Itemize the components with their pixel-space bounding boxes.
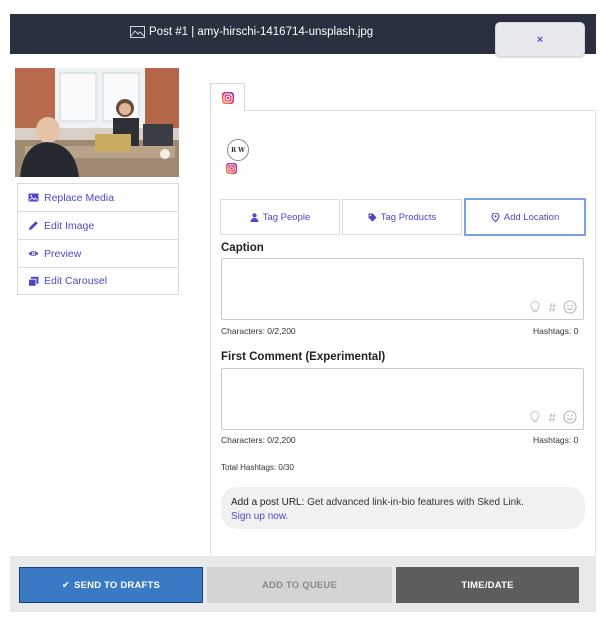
- edit-image-label: Edit Image: [44, 219, 95, 232]
- post-url-promo: Add a post URL: Get advanced link-in-bio…: [221, 487, 585, 529]
- tab-instagram[interactable]: [210, 83, 245, 111]
- post-url-text: Get advanced link-in-bio features with S…: [307, 497, 524, 508]
- replace-media-label: Replace Media: [44, 191, 115, 204]
- add-to-queue-button[interactable]: ADD TO QUEUE: [207, 567, 392, 603]
- add-location-button[interactable]: Add Location: [464, 198, 586, 236]
- tag-products-label: Tag Products: [380, 211, 437, 223]
- first-comment-hashtag-count: Hashtags: 0: [533, 435, 579, 445]
- add-location-label: Add Location: [503, 211, 560, 223]
- edit-carousel-label: Edit Carousel: [44, 275, 108, 287]
- tag-people-button[interactable]: Tag People: [220, 199, 340, 235]
- post-url-lead: Add a post URL:: [231, 497, 305, 508]
- first-comment-tools: #: [528, 410, 577, 424]
- send-to-drafts-button[interactable]: ✔ SEND TO DRAFTS: [19, 567, 203, 603]
- tag-icon: [368, 213, 377, 222]
- tag-products-button[interactable]: Tag Products: [342, 199, 462, 235]
- image-icon: [130, 26, 145, 38]
- total-hashtags: Total Hashtags: 0/30: [221, 463, 294, 472]
- carousel-icon: [28, 276, 39, 287]
- user-icon: [250, 212, 259, 222]
- media-thumbnail-image: [15, 68, 179, 177]
- tag-actions: Tag People Tag Products Add Location: [220, 198, 586, 237]
- lightbulb-icon[interactable]: [528, 410, 542, 424]
- edit-carousel-button[interactable]: Edit Carousel: [17, 267, 179, 295]
- time-date-button[interactable]: TIME/DATE: [396, 567, 579, 603]
- send-to-drafts-label: SEND TO DRAFTS: [74, 579, 161, 591]
- hashtag-icon[interactable]: #: [549, 411, 556, 424]
- account-avatar[interactable]: R W: [227, 139, 249, 161]
- tag-people-label: Tag People: [262, 211, 311, 223]
- eye-icon: [28, 251, 39, 256]
- close-button[interactable]: ×: [495, 22, 585, 57]
- emoji-icon[interactable]: [563, 300, 577, 314]
- caption-input[interactable]: #: [221, 258, 584, 320]
- emoji-icon[interactable]: [563, 410, 577, 424]
- media-thumbnail[interactable]: [15, 68, 179, 177]
- map-pin-icon: [491, 212, 500, 222]
- caption-hashtag-count: Hashtags: 0: [533, 326, 579, 336]
- hashtag-icon[interactable]: #: [549, 301, 556, 314]
- media-actions: Replace Media Edit Image Preview Edit Ca…: [17, 183, 179, 295]
- first-comment-char-count: Characters: 0/2,200: [221, 435, 296, 445]
- caption-char-count: Characters: 0/2,200: [221, 326, 296, 336]
- lightbulb-icon[interactable]: [528, 300, 542, 314]
- edit-image-button[interactable]: Edit Image: [17, 211, 179, 239]
- close-icon: ×: [536, 33, 544, 46]
- instagram-icon: [221, 91, 234, 104]
- caption-label: Caption: [221, 242, 264, 254]
- pencil-icon: [29, 221, 38, 230]
- preview-label: Preview: [44, 247, 82, 260]
- image-icon: [28, 193, 39, 202]
- account-avatar-text: R W: [231, 146, 245, 154]
- sign-up-link[interactable]: Sign up now.: [231, 511, 288, 522]
- first-comment-label: First Comment (Experimental): [221, 351, 386, 363]
- instagram-icon: [226, 163, 237, 174]
- first-comment-input[interactable]: #: [221, 368, 584, 430]
- caption-tools: #: [528, 300, 577, 314]
- preview-button[interactable]: Preview: [17, 239, 179, 267]
- add-to-queue-label: ADD TO QUEUE: [261, 579, 338, 591]
- modal-title-text: Post #1 | amy-hirschi-1416714-unsplash.j…: [149, 26, 374, 38]
- modal-title: Post #1 | amy-hirschi-1416714-unsplash.j…: [130, 26, 373, 38]
- check-icon: ✔: [61, 579, 71, 591]
- time-date-label: TIME/DATE: [461, 579, 514, 591]
- replace-media-button[interactable]: Replace Media: [17, 183, 179, 211]
